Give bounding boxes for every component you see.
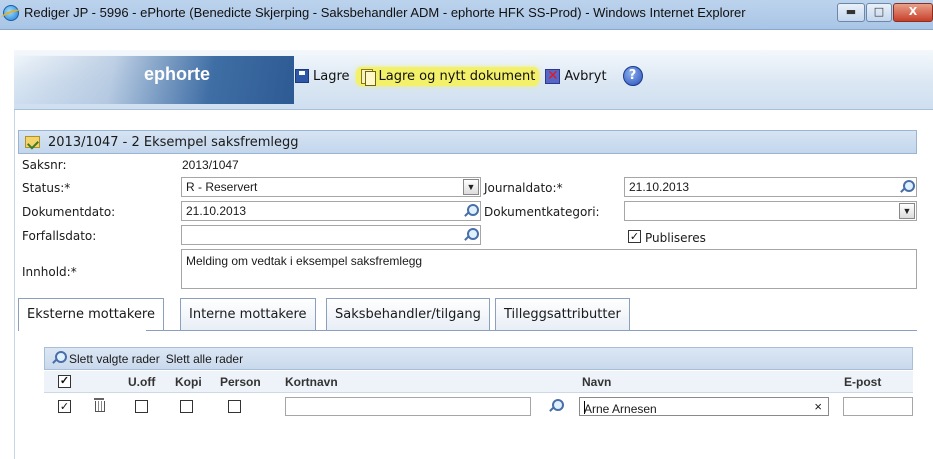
- column-navn[interactable]: Navn: [582, 375, 611, 389]
- navn-input[interactable]: Arne Arnesen ×: [579, 397, 829, 416]
- app-header: ephorte Lagre Lagre og nytt dokument ✕ A…: [14, 50, 933, 110]
- column-epost[interactable]: E-post: [844, 375, 881, 389]
- forfallsdato-field[interactable]: [181, 225, 481, 245]
- tab-interne-mottakere[interactable]: Interne mottakere: [180, 298, 316, 330]
- window-titlebar: Rediger JP - 5996 - ePhorte (Benedicte S…: [0, 0, 933, 30]
- innhold-label: Innhold:*: [22, 265, 77, 279]
- grid-toolbar: Slett valgte rader Slett alle rader: [44, 347, 913, 370]
- search-icon[interactable]: [463, 227, 479, 243]
- help-icon[interactable]: ?: [622, 66, 643, 86]
- tab-saksbehandler-tilgang[interactable]: Saksbehandler/tilgang: [326, 298, 490, 330]
- new-document-icon: [360, 68, 376, 86]
- journaldato-value: 21.10.2013: [629, 180, 690, 194]
- window-title: Rediger JP - 5996 - ePhorte (Benedicte S…: [24, 5, 746, 20]
- forfallsdato-label: Forfallsdato:: [22, 229, 97, 243]
- cancel-button[interactable]: ✕ Avbryt: [541, 67, 610, 86]
- trash-icon[interactable]: [94, 398, 105, 412]
- journaldato-field[interactable]: 21.10.2013: [624, 177, 917, 197]
- tab-label: Interne mottakere: [189, 307, 307, 322]
- status-label: Status:*: [22, 181, 71, 195]
- maximize-icon: □: [873, 5, 885, 18]
- search-icon[interactable]: [899, 179, 915, 195]
- save-and-new-document-button[interactable]: Lagre og nytt dokument: [355, 66, 540, 86]
- save-label: Lagre: [313, 68, 350, 84]
- recipient-tabs: Eksterne mottakere Interne mottakere Sak…: [18, 298, 917, 331]
- tab-eksterne-mottakere[interactable]: Eksterne mottakere: [18, 298, 164, 331]
- dokumentkategori-label: Dokumentkategori:: [484, 205, 600, 219]
- close-icon: X: [908, 5, 918, 18]
- dokumentdato-label: Dokumentdato:: [22, 205, 116, 219]
- save-button[interactable]: Lagre: [291, 67, 354, 86]
- dokumentdato-value: 21.10.2013: [186, 204, 247, 218]
- table-row: ✓ Arne Arnesen ×: [44, 394, 913, 420]
- delete-all-rows-link[interactable]: Slett alle rader: [166, 352, 243, 369]
- innhold-value: Melding om vedtak i eksempel saksfremleg…: [186, 254, 423, 268]
- select-all-checkbox[interactable]: ✓: [58, 375, 71, 388]
- cancel-icon: ✕: [545, 67, 561, 84]
- row-select-checkbox[interactable]: ✓: [58, 400, 71, 413]
- person-checkbox[interactable]: [228, 400, 241, 413]
- search-icon[interactable]: [463, 203, 479, 219]
- saksnr-value: 2013/1047: [182, 158, 239, 172]
- maximize-button[interactable]: □: [866, 3, 892, 22]
- navn-value: Arne Arnesen: [584, 402, 657, 416]
- saksnr-label: Saksnr:: [22, 158, 67, 172]
- minimize-button[interactable]: ▬: [837, 3, 865, 22]
- column-kortnavn[interactable]: Kortnavn: [285, 375, 338, 389]
- tab-divider: [146, 330, 917, 331]
- uoff-checkbox[interactable]: [135, 400, 148, 413]
- app-logo: ephorte: [144, 64, 211, 84]
- tab-tilleggsattributter[interactable]: Tilleggsattributter: [495, 298, 630, 330]
- clear-icon[interactable]: ×: [814, 399, 822, 414]
- status-value: R - Reservert: [186, 180, 258, 194]
- save-and-new-label: Lagre og nytt dokument: [378, 68, 536, 84]
- delete-selected-rows-link[interactable]: Slett valgte rader: [69, 352, 160, 369]
- publiseres-label: Publiseres: [645, 231, 706, 245]
- chevron-down-icon[interactable]: ▼: [463, 179, 479, 195]
- close-button[interactable]: X: [893, 3, 933, 22]
- save-icon: [295, 69, 309, 83]
- column-uoff[interactable]: U.off: [128, 375, 155, 389]
- case-title: 2013/1047 - 2 Eksempel saksfremlegg: [48, 134, 299, 150]
- journaldato-label: Journaldato:*: [484, 181, 563, 195]
- tab-label: Saksbehandler/tilgang: [335, 307, 481, 322]
- publiseres-checkbox[interactable]: ✓: [628, 230, 641, 243]
- column-person[interactable]: Person: [220, 375, 261, 389]
- minimize-icon: ▬: [845, 5, 857, 18]
- kortnavn-input[interactable]: [285, 397, 531, 416]
- dokumentkategori-select[interactable]: ▼: [624, 201, 917, 221]
- internet-explorer-icon: [3, 5, 19, 21]
- column-kopi[interactable]: Kopi: [175, 375, 202, 389]
- grid-header: ✓ U.off Kopi Person Kortnavn Navn E-post: [44, 371, 913, 393]
- tab-label: Eksterne mottakere: [27, 307, 155, 322]
- tab-label: Tilleggsattributter: [504, 307, 621, 322]
- folder-icon: [25, 136, 40, 148]
- status-select[interactable]: R - Reservert ▼: [181, 177, 481, 197]
- dokumentdato-field[interactable]: 21.10.2013: [181, 201, 481, 221]
- innhold-textarea[interactable]: Melding om vedtak i eksempel saksfremleg…: [181, 249, 917, 289]
- toolbar: Lagre Lagre og nytt dokument ✕ Avbryt ?: [291, 66, 643, 86]
- search-icon[interactable]: [548, 398, 564, 414]
- chevron-down-icon[interactable]: ▼: [899, 203, 915, 219]
- kopi-checkbox[interactable]: [180, 400, 193, 413]
- search-icon[interactable]: [51, 350, 67, 364]
- epost-input[interactable]: [843, 397, 913, 416]
- case-title-bar: 2013/1047 - 2 Eksempel saksfremlegg: [18, 130, 917, 154]
- cancel-label: Avbryt: [564, 68, 607, 84]
